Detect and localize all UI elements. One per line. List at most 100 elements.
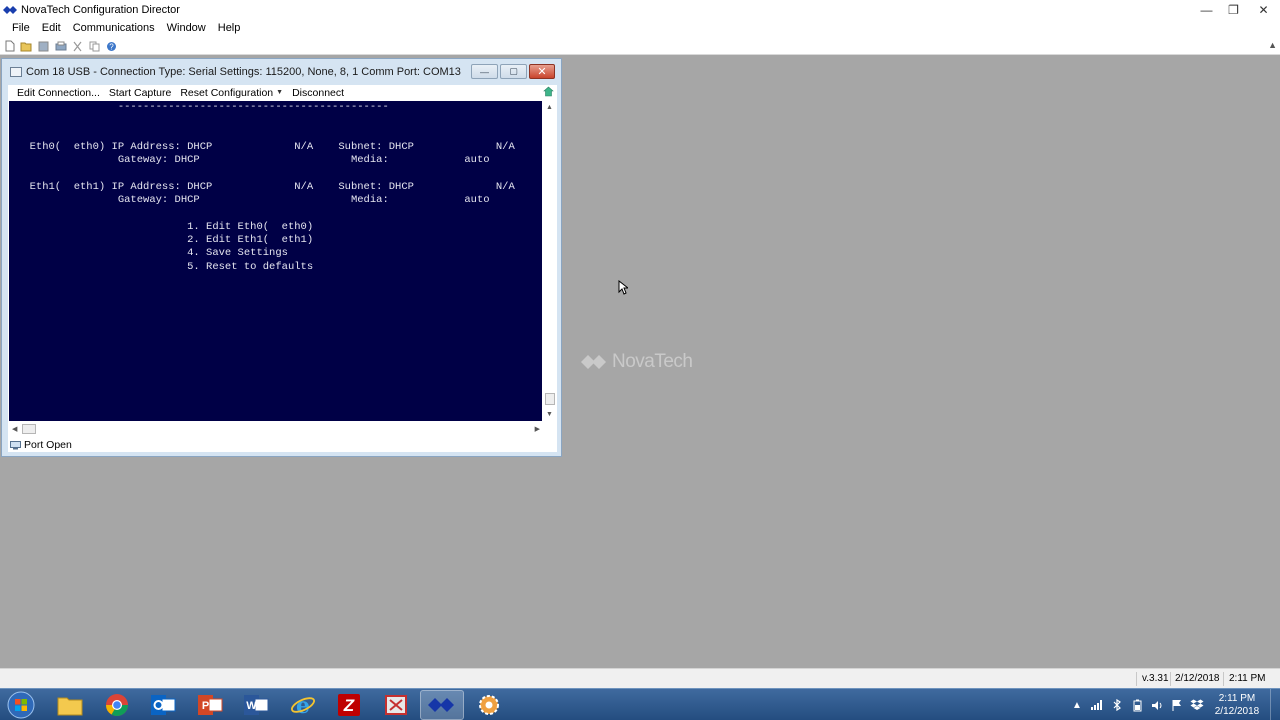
clock-time: 2:11 PM bbox=[1218, 693, 1256, 704]
windows-start-icon bbox=[7, 691, 35, 719]
word-icon: W bbox=[244, 695, 269, 715]
outlook-icon bbox=[151, 695, 176, 715]
taskbar-explorer[interactable] bbox=[48, 690, 92, 720]
terminal-line: Gateway: DHCP Media: auto bbox=[17, 154, 490, 167]
status-separator bbox=[1136, 672, 1137, 686]
child-maximize-button[interactable]: ▢ bbox=[500, 64, 527, 79]
taskbar-chrome[interactable] bbox=[95, 690, 139, 720]
settings-gear-icon bbox=[479, 695, 499, 715]
reset-configuration-dropdown[interactable]: Reset Configuration ▼ bbox=[180, 87, 283, 99]
svg-text:W: W bbox=[246, 700, 257, 712]
terminal-line: Eth0( eth0) IP Address: DHCP N/A Subnet:… bbox=[17, 140, 515, 153]
show-desktop-button[interactable] bbox=[1270, 689, 1280, 720]
reset-configuration-label: Reset Configuration bbox=[180, 86, 274, 99]
system-tray: ▲ 2:11 PM 2/12/2018 bbox=[1067, 689, 1280, 720]
horizontal-scroll-thumb[interactable] bbox=[22, 424, 36, 434]
scroll-up-icon[interactable]: ▲ bbox=[546, 104, 553, 111]
volume-icon[interactable] bbox=[1147, 695, 1167, 715]
scroll-right-icon[interactable]: ▶ bbox=[535, 425, 540, 433]
app-window-controls: — ❐ ✕ bbox=[1193, 0, 1280, 19]
taskbar-word[interactable]: W bbox=[234, 690, 278, 720]
vertical-scrollbar[interactable]: ▲ ▼ bbox=[543, 101, 557, 421]
status-separator bbox=[1170, 672, 1171, 686]
taskbar-novatech[interactable] bbox=[420, 690, 464, 720]
close-button[interactable]: ✕ bbox=[1247, 0, 1280, 19]
connection-status-bar: Port Open bbox=[8, 438, 557, 452]
print-icon[interactable] bbox=[54, 40, 67, 52]
terminal-line: 1. Edit Eth0( eth0) bbox=[17, 220, 314, 233]
taskbar-filezilla[interactable]: Z bbox=[327, 690, 371, 720]
menu-file[interactable]: File bbox=[6, 19, 36, 38]
connection-window-titlebar[interactable]: Com 18 USB - Connection Type: Serial Set… bbox=[2, 59, 561, 85]
taskbar-outlook[interactable] bbox=[141, 690, 185, 720]
start-capture-button[interactable]: Start Capture bbox=[109, 87, 171, 99]
vertical-scroll-thumb[interactable] bbox=[545, 393, 555, 405]
minimize-button[interactable]: — bbox=[1193, 0, 1220, 19]
svg-text:P: P bbox=[202, 700, 209, 712]
terminal-line: Gateway: DHCP Media: auto bbox=[17, 194, 490, 207]
status-date-text: 2/12/2018 bbox=[1175, 673, 1220, 684]
scroll-left-icon[interactable]: ◀ bbox=[12, 425, 17, 433]
terminal-line: Eth1( eth1) IP Address: DHCP N/A Subnet:… bbox=[17, 180, 515, 193]
terminal-line: 2. Edit Eth1( eth1) bbox=[17, 234, 314, 246]
app-titlebar: NovaTech Configuration Director — ❐ ✕ bbox=[0, 0, 1280, 19]
menu-edit[interactable]: Edit bbox=[36, 19, 67, 38]
chevron-down-icon: ▼ bbox=[276, 89, 284, 96]
scrollbar-corner bbox=[543, 422, 557, 436]
home-icon[interactable] bbox=[543, 86, 554, 100]
horizontal-scrollbar[interactable]: ◀ ▶ bbox=[8, 422, 543, 436]
disconnect-button[interactable]: Disconnect bbox=[292, 87, 344, 99]
svg-text:?: ? bbox=[109, 42, 114, 51]
child-close-button[interactable]: ✕ bbox=[529, 64, 555, 79]
start-button[interactable] bbox=[3, 690, 39, 720]
menubar: File Edit Communications Window Help bbox=[0, 19, 1280, 38]
toolbar-collapse-icon[interactable]: ▲ bbox=[1268, 40, 1277, 50]
connection-toolbar: Edit Connection... Start Capture Reset C… bbox=[8, 85, 557, 100]
cut-icon[interactable] bbox=[71, 40, 84, 52]
chrome-icon bbox=[106, 694, 128, 716]
disconnect-label: Disconnect bbox=[292, 86, 345, 99]
child-minimize-button[interactable]: — bbox=[471, 64, 498, 79]
maximize-button[interactable]: ❐ bbox=[1220, 0, 1247, 19]
taskbar-snipping-tool[interactable] bbox=[374, 690, 418, 720]
terminal-screen[interactable]: ----------------------------------------… bbox=[9, 101, 542, 421]
battery-icon[interactable] bbox=[1127, 695, 1147, 715]
status-time-text: 2:11 PM bbox=[1229, 673, 1266, 684]
menu-window[interactable]: Window bbox=[161, 19, 212, 38]
taskbar-internet-explorer[interactable]: e bbox=[281, 690, 325, 720]
save-icon[interactable] bbox=[37, 40, 50, 52]
terminal-line: 5. Reset to defaults bbox=[17, 260, 314, 273]
open-folder-icon[interactable] bbox=[20, 40, 33, 52]
scroll-down-icon[interactable]: ▼ bbox=[546, 411, 553, 418]
edit-connection-button[interactable]: Edit Connection... bbox=[17, 87, 100, 99]
copy-icon[interactable] bbox=[88, 40, 101, 52]
windows-explorer-icon bbox=[57, 697, 83, 716]
tray-expand-icon[interactable]: ▲ bbox=[1067, 695, 1087, 715]
connection-window-body: Edit Connection... Start Capture Reset C… bbox=[8, 85, 557, 452]
system-clock[interactable]: 2:11 PM 2/12/2018 bbox=[1207, 692, 1267, 718]
taskbar-settings[interactable] bbox=[467, 690, 511, 720]
edit-connection-label: Edit Connection... bbox=[17, 86, 100, 99]
new-file-icon[interactable] bbox=[3, 40, 16, 52]
app-title: NovaTech Configuration Director bbox=[21, 3, 180, 16]
menu-communications[interactable]: Communications bbox=[67, 19, 161, 38]
novatech-logo-icon bbox=[3, 5, 17, 15]
internet-explorer-icon: e bbox=[291, 693, 315, 717]
action-center-flag-icon[interactable] bbox=[1167, 695, 1187, 715]
novatech-watermark: NovaTech bbox=[581, 351, 693, 373]
start-capture-label: Start Capture bbox=[108, 86, 172, 99]
version-text: v.3.31 bbox=[1142, 673, 1169, 684]
terminal-line: ----------------------------------------… bbox=[17, 101, 389, 113]
dropbox-icon[interactable] bbox=[1187, 695, 1207, 715]
menu-help[interactable]: Help bbox=[212, 19, 247, 38]
taskbar: P W e Z ▲ 2:11 PM 2/12/2018 bbox=[0, 688, 1280, 720]
bluetooth-icon[interactable] bbox=[1107, 695, 1127, 715]
status-separator bbox=[1223, 672, 1224, 686]
novatech-icon bbox=[428, 698, 454, 712]
network-icon[interactable] bbox=[1087, 695, 1107, 715]
help-icon[interactable]: ? bbox=[105, 40, 118, 52]
taskbar-powerpoint[interactable]: P bbox=[188, 690, 232, 720]
connection-window[interactable]: Com 18 USB - Connection Type: Serial Set… bbox=[1, 58, 562, 457]
svg-text:Z: Z bbox=[343, 696, 355, 715]
powerpoint-icon: P bbox=[198, 695, 223, 715]
